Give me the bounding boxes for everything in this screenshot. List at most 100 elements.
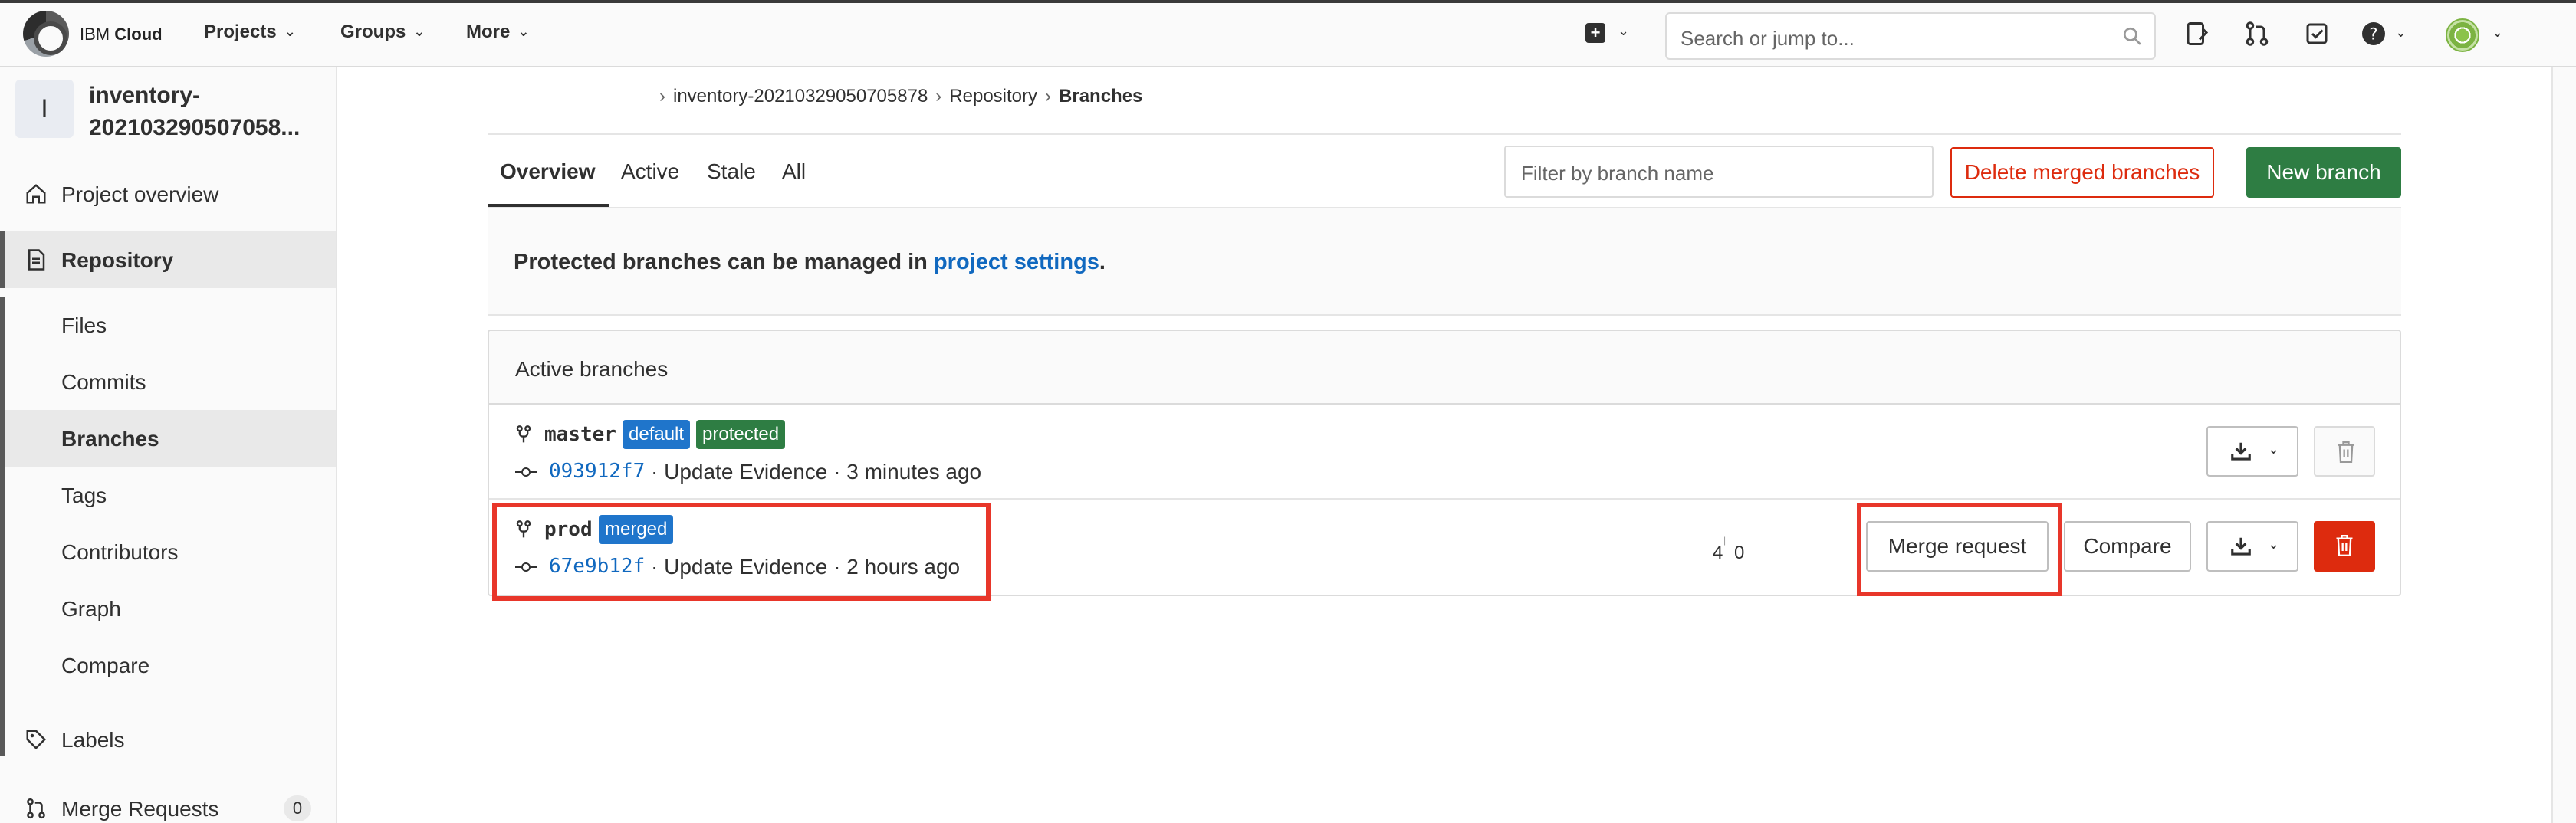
branch-name-link[interactable]: master <box>544 423 616 446</box>
commit-meta: · Update Evidence · 3 minutes ago <box>651 460 982 484</box>
commit-icon <box>515 562 537 572</box>
tab-stale[interactable]: Stale <box>707 159 756 184</box>
default-badge: default <box>623 420 691 449</box>
sidebar-item-label: Repository <box>61 248 174 272</box>
delete-merged-branches-button[interactable]: Delete merged branches <box>1950 147 2214 198</box>
tab-all[interactable]: All <box>782 159 806 184</box>
commits-behind: 4 <box>1713 543 1723 563</box>
merge-request-icon <box>27 798 45 819</box>
sidebar-item-label: Merge Requests <box>61 797 219 821</box>
nav-groups[interactable]: Groups ⌄ <box>340 21 425 43</box>
notice-text: Protected branches can be managed in pro… <box>514 250 1106 274</box>
branch-name-link[interactable]: prod <box>544 518 593 541</box>
sidebar-item-labels[interactable]: Labels <box>0 711 336 768</box>
sidebar-item-contributors[interactable]: Contributors <box>5 523 336 580</box>
top-navbar: IBM Cloud Projects ⌄ Groups ⌄ More ⌄ + ⌄ Se… <box>0 0 2576 67</box>
project-avatar[interactable]: I <box>15 80 74 138</box>
delete-branch-button-disabled[interactable] <box>2314 426 2375 477</box>
trash-icon <box>2338 441 2354 463</box>
branch-row-master: master default protected 093912f7 · Upda… <box>489 405 2400 500</box>
breadcrumb-current[interactable]: Branches <box>1059 86 1142 107</box>
chevron-down-icon: ⌄ <box>2268 441 2280 457</box>
branch-filter-input[interactable]: Filter by branch name <box>1504 146 1934 198</box>
sidebar-item-label: Project overview <box>61 182 219 206</box>
breadcrumb-separator: › <box>935 86 942 107</box>
breadcrumb-repository[interactable]: Repository <box>949 86 1037 107</box>
chevron-down-icon: ⌄ <box>284 24 296 39</box>
sidebar-item-merge-requests[interactable]: Merge Requests 0 <box>0 780 336 823</box>
breadcrumb-separator: › <box>659 86 665 107</box>
new-branch-button[interactable]: New branch <box>2246 147 2401 198</box>
sidebar-item-project-overview[interactable]: Project overview <box>0 166 336 222</box>
page-scrollbar[interactable] <box>2551 67 2576 823</box>
commit-meta: · Update Evidence · 2 hours ago <box>651 555 961 579</box>
sidebar-item-label: Branches <box>61 427 159 451</box>
search-placeholder: Search or jump to... <box>1681 27 1855 50</box>
merge-requests-count-badge: 0 <box>284 795 311 821</box>
nav-projects[interactable]: Projects ⌄ <box>204 21 296 43</box>
user-avatar[interactable] <box>2446 18 2479 52</box>
sidebar-item-commits[interactable]: Commits <box>5 353 336 410</box>
home-icon <box>26 184 46 204</box>
sidebar-item-compare[interactable]: Compare <box>5 637 336 693</box>
svg-text:?: ? <box>2369 25 2377 44</box>
sidebar-item-label: Graph <box>61 597 121 621</box>
merge-request-button[interactable]: Merge request <box>1866 521 2049 572</box>
commit-sha-link[interactable]: 67e9b12f <box>549 555 645 578</box>
commit-icon <box>515 467 537 477</box>
tab-active[interactable]: Active <box>621 159 679 184</box>
divergence-graph[interactable]: 4 | 0 <box>1713 535 1745 564</box>
download-icon <box>2231 442 2251 461</box>
sidebar-item-label: Commits <box>61 370 146 394</box>
sidebar-item-label: Files <box>61 313 107 337</box>
brand-name[interactable]: IBM Cloud <box>80 25 163 44</box>
divider <box>488 133 2401 135</box>
branch-icon <box>516 425 531 443</box>
project-sidebar: I inventory-202103290507058... Project o… <box>0 67 337 823</box>
project-name[interactable]: inventory-202103290507058... <box>89 80 319 144</box>
new-item-plus-icon[interactable]: + <box>1585 23 1605 43</box>
trash-icon <box>2336 535 2353 556</box>
label-icon <box>26 730 47 750</box>
issues-icon[interactable] <box>2183 20 2211 48</box>
sidebar-item-files[interactable]: Files <box>5 297 336 353</box>
help-icon[interactable]: ? <box>2360 20 2387 48</box>
chevron-down-icon: ⌄ <box>2268 536 2280 552</box>
nav-more[interactable]: More ⌄ <box>466 21 529 43</box>
sidebar-item-branches[interactable]: Branches <box>5 410 336 467</box>
chevron-down-icon[interactable]: ⌄ <box>2492 25 2503 41</box>
card-header: Active branches <box>489 331 2400 405</box>
sidebar-item-label: Tags <box>61 484 107 507</box>
breadcrumb-separator: › <box>1045 86 1052 107</box>
protected-branches-notice: Protected branches can be managed in pro… <box>488 208 2401 316</box>
breadcrumb: › inventory-20210329050705878 › Repository ›… <box>652 86 1142 107</box>
project-settings-link[interactable]: project settings <box>934 250 1099 274</box>
download-button[interactable]: ⌄ <box>2206 426 2298 477</box>
todos-icon[interactable] <box>2303 20 2331 48</box>
sidebar-item-repository[interactable]: Repository <box>0 231 336 288</box>
sidebar-item-tags[interactable]: Tags <box>5 467 336 523</box>
ibm-cloud-logo-icon[interactable] <box>23 11 69 57</box>
commits-ahead: 0 <box>1734 543 1745 563</box>
tab-overview[interactable]: Overview <box>500 159 596 184</box>
filter-placeholder: Filter by branch name <box>1521 162 1714 185</box>
delete-branch-button[interactable] <box>2314 521 2375 572</box>
branch-icon <box>516 520 531 538</box>
sidebar-item-label: Labels <box>61 728 125 752</box>
merged-badge: merged <box>599 515 674 544</box>
card-title: Active branches <box>515 357 669 381</box>
merge-requests-icon[interactable] <box>2243 20 2271 48</box>
sidebar-item-graph[interactable]: Graph <box>5 580 336 637</box>
breadcrumb-project[interactable]: inventory-20210329050705878 <box>673 86 928 107</box>
chevron-down-icon[interactable]: ⌄ <box>2395 25 2407 41</box>
search-input[interactable]: Search or jump to... <box>1665 12 2156 60</box>
active-branches-card: Active branches master default protected… <box>488 330 2401 596</box>
commit-sha-link[interactable]: 093912f7 <box>549 460 645 483</box>
repository-submenu: Files Commits Branches Tags Contributors… <box>0 297 336 756</box>
chevron-down-icon[interactable]: ⌄ <box>1618 23 1629 39</box>
branch-row-prod: prod merged 67e9b12f · Update Evidence ·… <box>489 500 2400 595</box>
compare-button[interactable]: Compare <box>2064 521 2191 572</box>
chevron-down-icon: ⌄ <box>518 24 530 39</box>
download-button[interactable]: ⌄ <box>2206 521 2298 572</box>
search-icon <box>2123 27 2141 45</box>
